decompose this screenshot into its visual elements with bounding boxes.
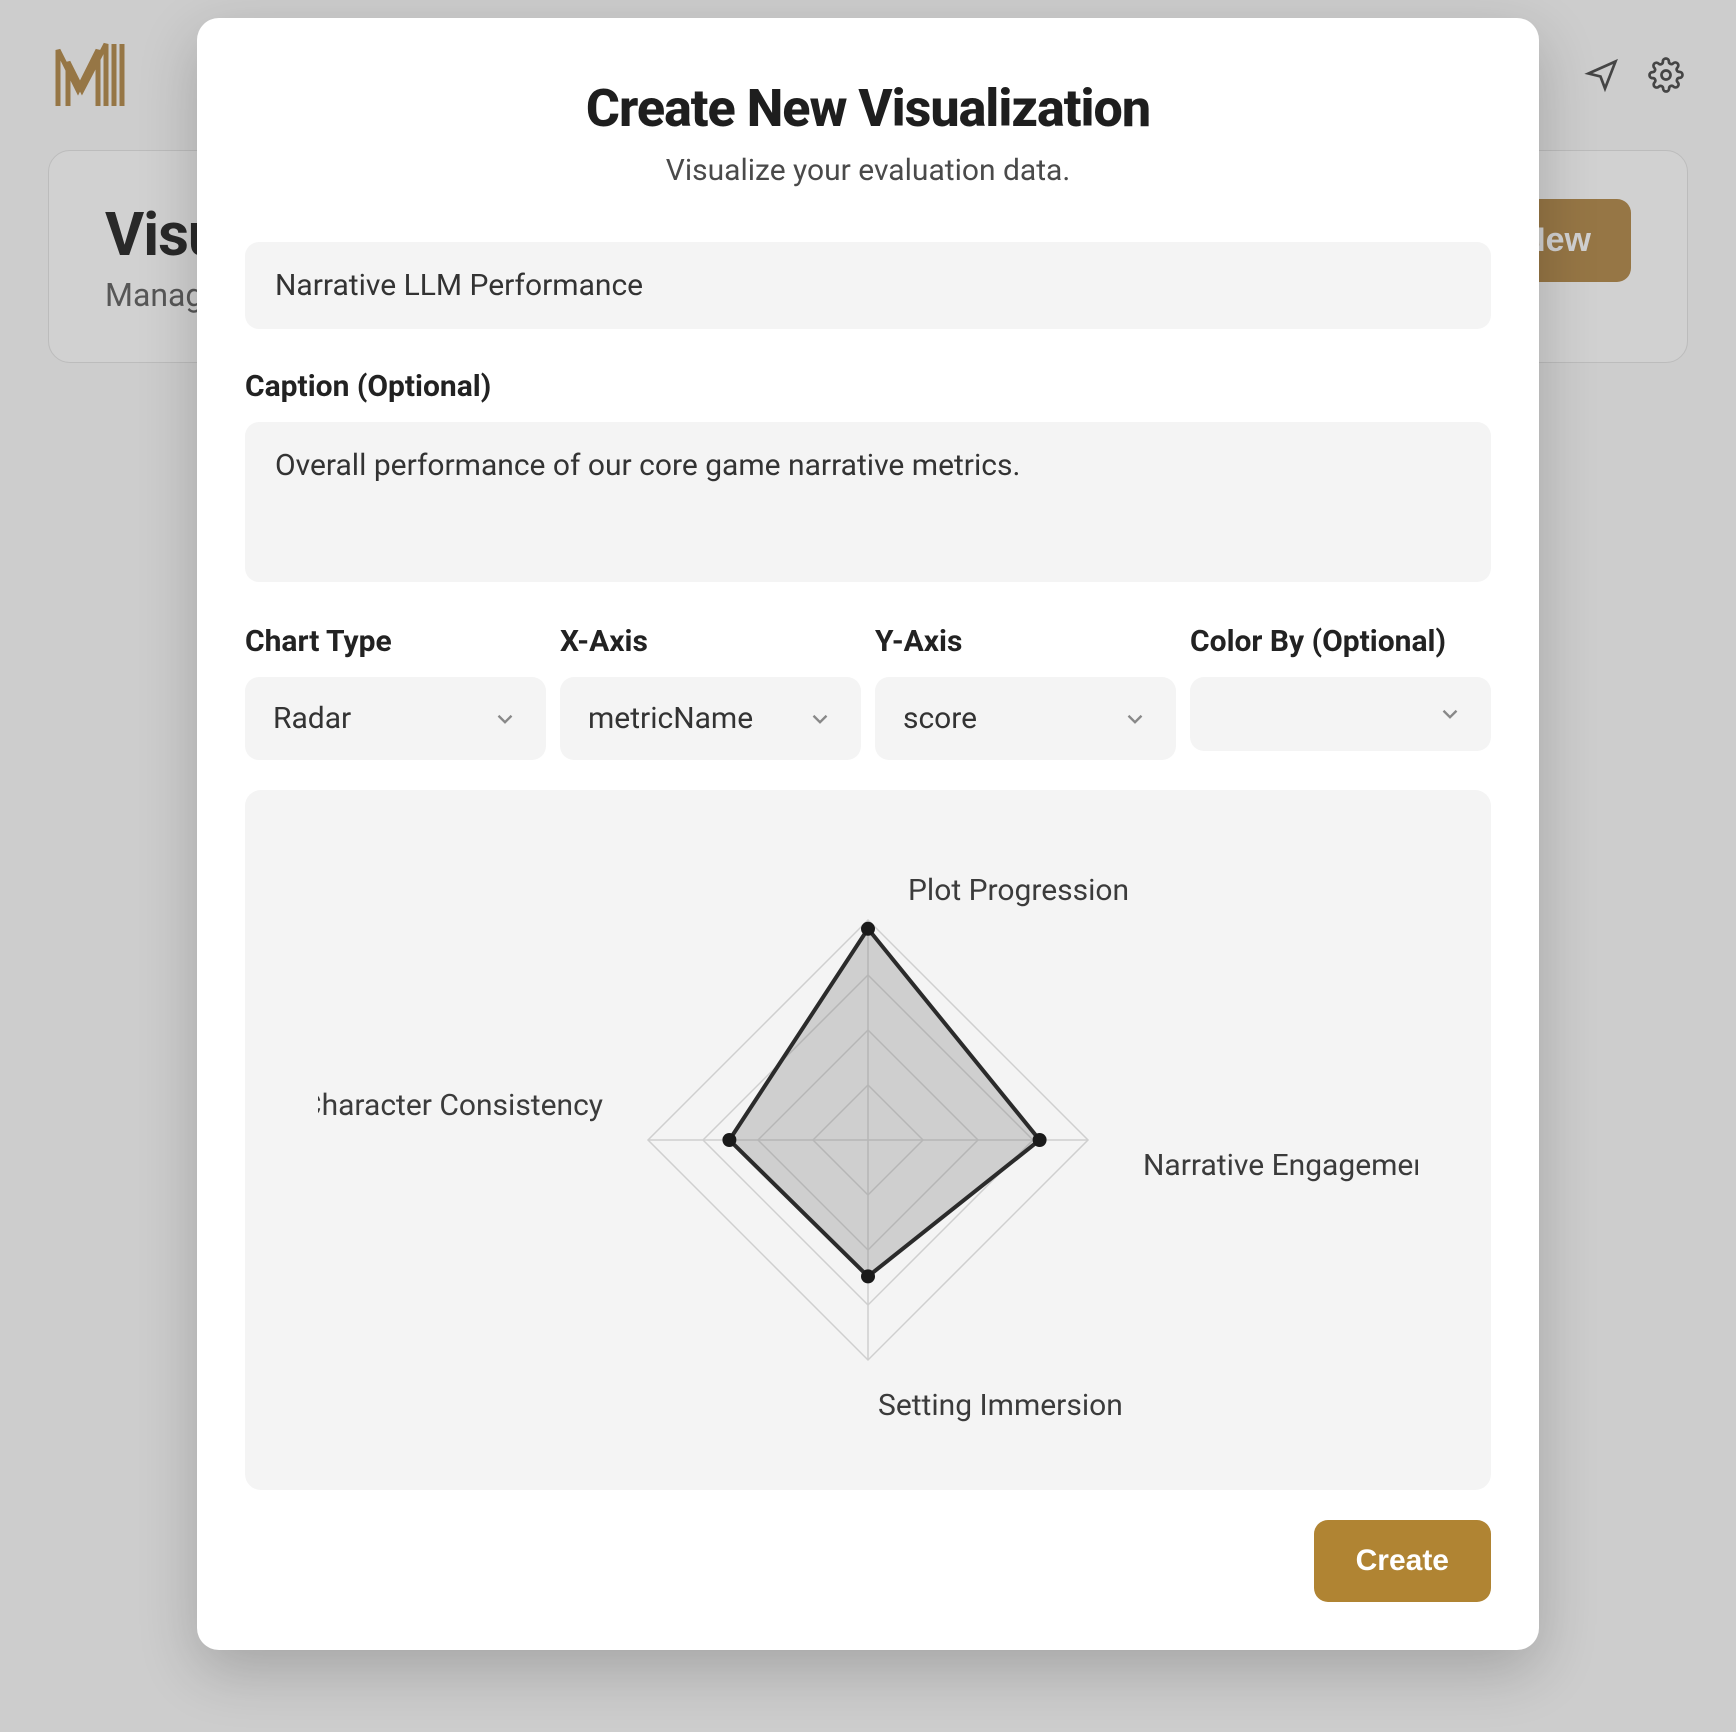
color-by-select[interactable] [1190, 677, 1491, 751]
y-axis-value: score [903, 701, 977, 736]
chart-preview: Plot Progression Narrative Engagement Sett… [245, 790, 1491, 1490]
x-axis-value: metricName [588, 701, 753, 736]
chart-type-label: Chart Type [245, 624, 546, 659]
visualization-name-input[interactable] [245, 242, 1491, 329]
create-visualization-modal: Create New Visualization Visualize your … [197, 18, 1539, 1650]
svg-text:Narrative Engagement: Narrative Engagement [1143, 1148, 1418, 1183]
y-axis-select[interactable]: score [875, 677, 1176, 760]
chevron-down-icon [1437, 701, 1463, 727]
modal-title: Create New Visualization [245, 78, 1491, 139]
create-button[interactable]: Create [1314, 1520, 1491, 1602]
chevron-down-icon [492, 706, 518, 732]
svg-text:Character Consistency: Character Consistency [318, 1088, 603, 1123]
modal-subtitle: Visualize your evaluation data. [245, 153, 1491, 188]
caption-textarea[interactable]: Overall performance of our core game nar… [245, 422, 1491, 582]
svg-text:Plot Progression: Plot Progression [908, 873, 1129, 908]
x-axis-label: X-Axis [560, 624, 861, 659]
chart-type-value: Radar [273, 701, 351, 736]
radar-chart: Plot Progression Narrative Engagement Sett… [318, 830, 1418, 1450]
caption-label: Caption (Optional) [245, 369, 1491, 404]
chevron-down-icon [1122, 706, 1148, 732]
x-axis-select[interactable]: metricName [560, 677, 861, 760]
chart-type-select[interactable]: Radar [245, 677, 546, 760]
svg-text:Setting Immersion: Setting Immersion [878, 1388, 1123, 1423]
color-by-label: Color By (Optional) [1190, 624, 1491, 659]
y-axis-label: Y-Axis [875, 624, 1176, 659]
chevron-down-icon [807, 706, 833, 732]
